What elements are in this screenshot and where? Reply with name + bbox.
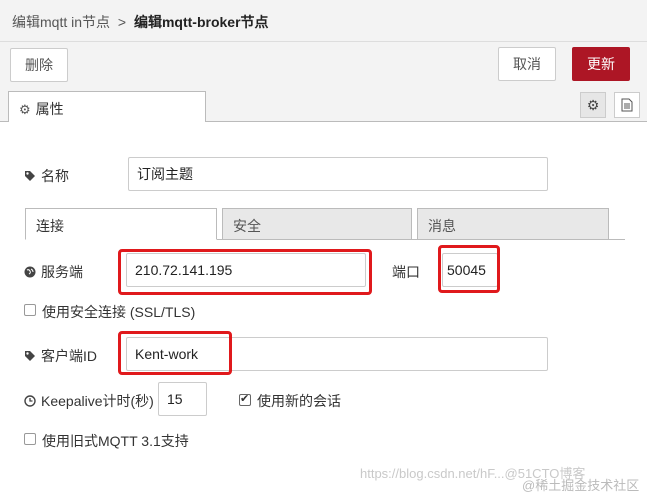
subtab-messages[interactable]: 消息 bbox=[417, 208, 609, 240]
breadcrumb-current: 编辑mqtt-broker节点 bbox=[133, 14, 269, 30]
name-input[interactable]: 订阅主题 bbox=[128, 157, 548, 191]
breadcrumb-parent[interactable]: 编辑mqtt in节点 bbox=[12, 14, 110, 30]
tab-bar: ⚙ 属性 ⚙ bbox=[0, 90, 647, 123]
legacy-mqtt-label: 使用旧式MQTT 3.1支持 bbox=[42, 433, 189, 449]
clock-icon bbox=[24, 395, 36, 407]
clean-session-label: 使用新的会话 bbox=[257, 393, 341, 409]
update-button[interactable]: 更新 bbox=[572, 47, 630, 81]
globe-icon bbox=[24, 266, 36, 278]
delete-button[interactable]: 删除 bbox=[10, 48, 68, 82]
description-button[interactable] bbox=[614, 92, 640, 118]
client-id-input[interactable]: Kent-work bbox=[126, 337, 548, 371]
keepalive-input[interactable]: 15 bbox=[158, 382, 207, 416]
settings-button[interactable]: ⚙ bbox=[580, 92, 606, 118]
tag-icon bbox=[25, 171, 35, 181]
client-id-label-text: 客户端ID bbox=[41, 348, 97, 364]
server-input[interactable]: 210.72.141.195 bbox=[126, 253, 366, 287]
breadcrumb: 编辑mqtt in节点 > 编辑mqtt-broker节点 bbox=[0, 0, 647, 42]
gear-icon: ⚙ bbox=[586, 96, 600, 113]
tab-properties-label: 属性 bbox=[35, 101, 64, 117]
subtab-security[interactable]: 安全 bbox=[222, 208, 412, 240]
dialog-toolbar: 删除 取消 更新 bbox=[0, 42, 647, 90]
tag-icon bbox=[25, 351, 35, 361]
name-label-text: 名称 bbox=[41, 168, 69, 184]
server-label-text: 服务端 bbox=[41, 264, 83, 280]
tab-properties[interactable]: ⚙ 属性 bbox=[8, 91, 206, 123]
tls-label: 使用安全连接 (SSL/TLS) bbox=[42, 304, 196, 320]
cancel-button[interactable]: 取消 bbox=[498, 47, 556, 81]
watermark-community: @稀土掘金技术社区 bbox=[522, 478, 640, 493]
clean-session-checkbox[interactable] bbox=[239, 392, 251, 406]
client-id-label: 客户端ID bbox=[24, 346, 97, 366]
keepalive-label-text: Keepalive计时(秒) bbox=[41, 393, 154, 409]
port-input[interactable]: 50045 bbox=[442, 253, 498, 287]
server-label: 服务端 bbox=[24, 262, 83, 282]
gear-icon: ⚙ bbox=[19, 102, 31, 117]
tls-checkbox[interactable] bbox=[24, 304, 36, 316]
legacy-mqtt-checkbox[interactable] bbox=[24, 433, 36, 445]
config-subtabs: 连接 安全 消息 bbox=[25, 208, 625, 240]
name-label: 名称 bbox=[24, 166, 69, 186]
subtab-connection[interactable]: 连接 bbox=[25, 208, 217, 240]
keepalive-label: Keepalive计时(秒) bbox=[24, 391, 154, 411]
breadcrumb-separator: > bbox=[117, 14, 127, 30]
port-label: 端口 bbox=[392, 264, 420, 280]
document-icon bbox=[621, 98, 633, 112]
